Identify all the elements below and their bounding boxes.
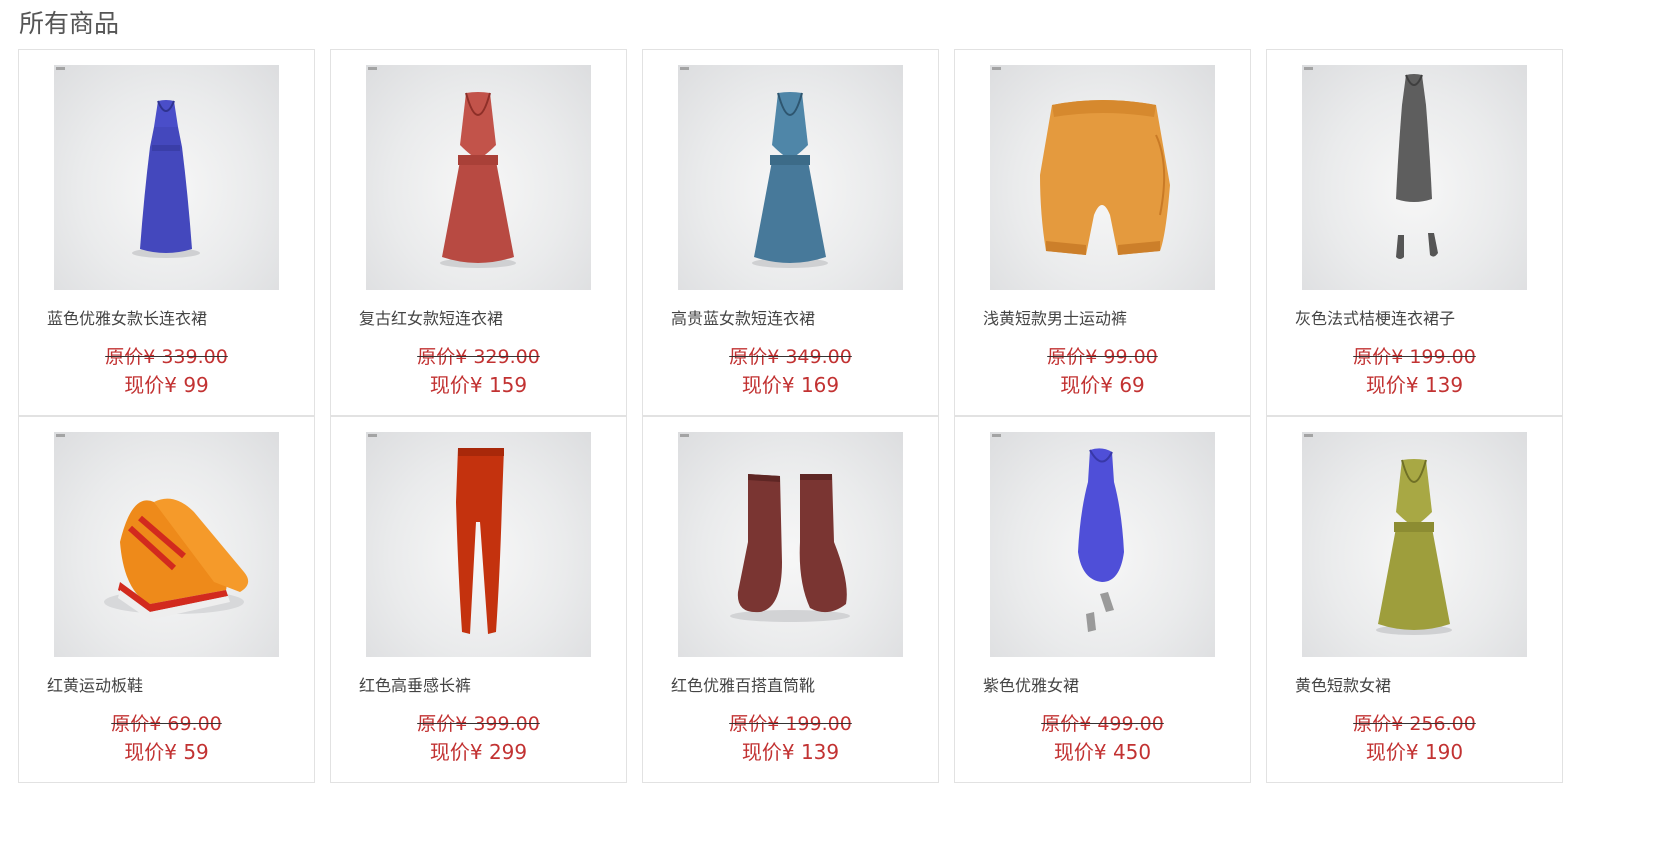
current-price: 现价¥ 450 [1053, 740, 1152, 764]
product-name[interactable]: 浅黄短款男士运动裤 [983, 305, 1127, 329]
current-price: 现价¥ 159 [429, 373, 528, 397]
current-price: 现价¥ 59 [124, 740, 209, 764]
product-card[interactable]: 紫色优雅女裙 原价¥ 499.00 现价¥ 450 [954, 416, 1251, 783]
product-image[interactable] [990, 65, 1215, 290]
product-image[interactable] [678, 65, 903, 290]
product-name[interactable]: 灰色法式桔梗连衣裙子 [1295, 305, 1455, 329]
product-grid: 蓝色优雅女款长连衣裙 原价¥ 339.00 现价¥ 99 复古红女款短连衣裙 原… [18, 49, 1564, 786]
red-long-pants-icon [456, 448, 504, 634]
original-price: 原价¥ 99.00 [1047, 346, 1158, 368]
original-price: 原价¥ 399.00 [417, 713, 540, 735]
current-price: 现价¥ 299 [429, 740, 528, 764]
product-card[interactable]: 复古红女款短连衣裙 原价¥ 329.00 现价¥ 159 [330, 49, 627, 416]
product-image[interactable] [990, 432, 1215, 657]
current-price: 现价¥ 99 [124, 373, 209, 397]
original-price: 原价¥ 199.00 [1353, 346, 1476, 368]
olive-halter-short-dress-icon [1376, 459, 1452, 635]
orange-sport-shorts-icon [1040, 100, 1170, 255]
product-image[interactable] [1302, 432, 1527, 657]
product-name[interactable]: 复古红女款短连衣裙 [359, 305, 503, 329]
product-card[interactable]: 高贵蓝女款短连衣裙 原价¥ 349.00 现价¥ 169 [642, 49, 939, 416]
product-name[interactable]: 高贵蓝女款短连衣裙 [671, 305, 815, 329]
page-title: 所有商品 [19, 9, 120, 38]
current-price: 现价¥ 139 [741, 740, 840, 764]
current-price: 现价¥ 69 [1060, 373, 1145, 397]
product-card[interactable]: 灰色法式桔梗连衣裙子 原价¥ 199.00 现价¥ 139 [1266, 49, 1563, 416]
product-name[interactable]: 红色优雅百搭直筒靴 [671, 672, 815, 696]
product-name[interactable]: 红黄运动板鞋 [47, 672, 143, 696]
product-name[interactable]: 紫色优雅女裙 [983, 672, 1079, 696]
teal-halter-short-dress-icon [752, 92, 828, 268]
product-card[interactable]: 黄色短款女裙 原价¥ 256.00 现价¥ 190 [1266, 416, 1563, 783]
blue-halter-long-dress-icon [132, 100, 200, 258]
current-price: 现价¥ 169 [741, 373, 840, 397]
product-card[interactable]: 红色优雅百搭直筒靴 原价¥ 199.00 现价¥ 139 [642, 416, 939, 783]
product-name[interactable]: 红色高垂感长裤 [359, 672, 471, 696]
purple-bodycon-dress-icon [1078, 448, 1124, 632]
current-price: 现价¥ 190 [1365, 740, 1464, 764]
original-price: 原价¥ 69.00 [111, 713, 222, 735]
brown-boots-icon [730, 474, 850, 622]
product-name[interactable]: 蓝色优雅女款长连衣裙 [47, 305, 207, 329]
product-image[interactable] [366, 65, 591, 290]
original-price: 原价¥ 499.00 [1041, 713, 1164, 735]
product-image[interactable] [54, 432, 279, 657]
product-card[interactable]: 浅黄短款男士运动裤 原价¥ 99.00 现价¥ 69 [954, 49, 1251, 416]
product-image[interactable] [678, 432, 903, 657]
original-price: 原价¥ 256.00 [1353, 713, 1476, 735]
red-yellow-sneakers-icon [104, 498, 249, 620]
red-halter-short-dress-icon [440, 92, 516, 268]
gray-sheath-dress-icon [1396, 74, 1438, 259]
product-name[interactable]: 黄色短款女裙 [1295, 672, 1391, 696]
product-card[interactable]: 红黄运动板鞋 原价¥ 69.00 现价¥ 59 [18, 416, 315, 783]
product-card[interactable]: 红色高垂感长裤 原价¥ 399.00 现价¥ 299 [330, 416, 627, 783]
original-price: 原价¥ 349.00 [729, 346, 852, 368]
original-price: 原价¥ 199.00 [729, 713, 852, 735]
current-price: 现价¥ 139 [1365, 373, 1464, 397]
product-image[interactable] [1302, 65, 1527, 290]
original-price: 原价¥ 339.00 [105, 346, 228, 368]
product-image[interactable] [54, 65, 279, 290]
product-image[interactable] [366, 432, 591, 657]
original-price: 原价¥ 329.00 [417, 346, 540, 368]
product-card[interactable]: 蓝色优雅女款长连衣裙 原价¥ 339.00 现价¥ 99 [18, 49, 315, 416]
